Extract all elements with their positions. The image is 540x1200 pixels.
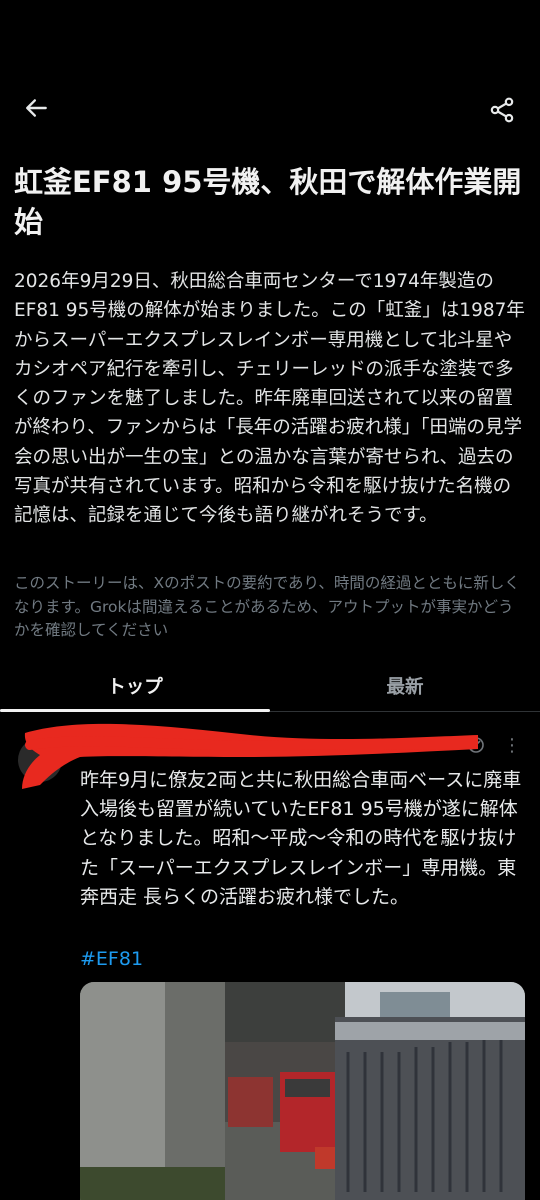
back-arrow-icon[interactable] — [15, 86, 59, 130]
post-text: 昨年9月に僚友2両と共に秋田総合車両ベースに廃車入場後も留置が続いていたEF81… — [80, 769, 522, 908]
grok-disclaimer: このストーリーは、Xのポストの要約であり、時間の経過とともに新しくなります。Gr… — [14, 574, 520, 639]
hashtag-link[interactable]: #EF81 — [80, 946, 143, 972]
post-photo[interactable] — [80, 982, 525, 1200]
top-bar — [0, 80, 540, 136]
story-title: 虹釜EF81 95号機、秋田で解体作業開始 — [14, 165, 522, 239]
story-summary: 2026年9月29日、秋田総合車両センターで1974年製造のEF81 95号機の… — [14, 271, 525, 527]
share-icon[interactable] — [480, 88, 524, 132]
